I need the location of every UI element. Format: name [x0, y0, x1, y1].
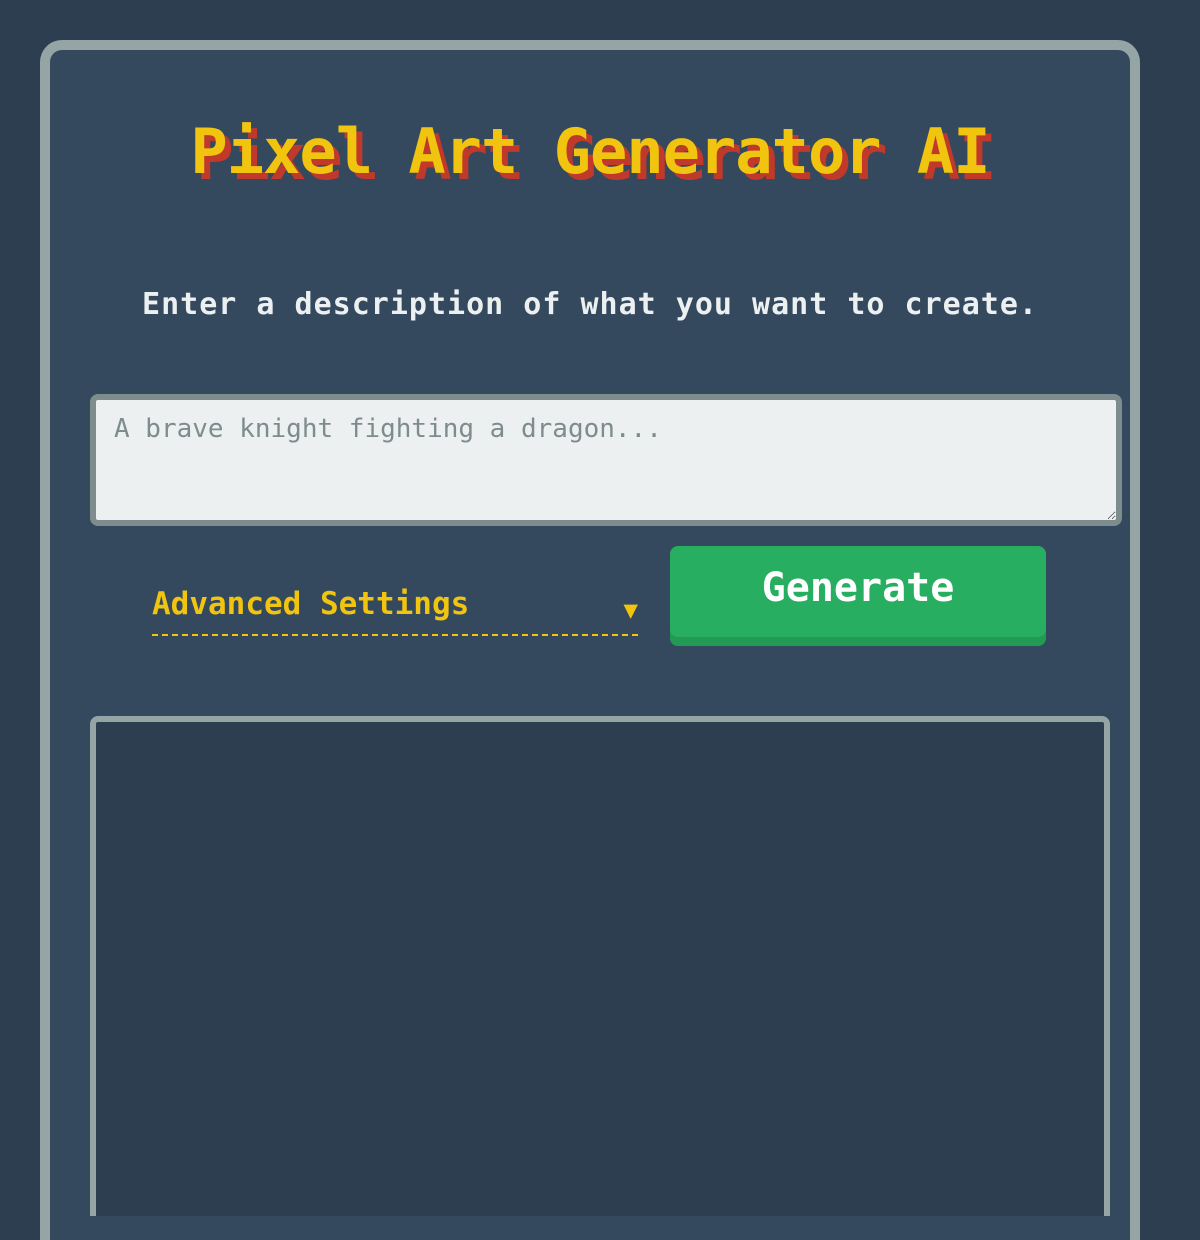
- page-title: Pixel Art Generator AI: [190, 115, 990, 188]
- instructions-text: Enter a description of what you want to …: [142, 287, 1038, 322]
- main-panel: Pixel Art Generator AI Enter a descripti…: [40, 40, 1140, 1240]
- output-canvas: [90, 716, 1110, 1216]
- advanced-settings-label: Advanced Settings: [152, 586, 470, 622]
- prompt-input[interactable]: [90, 394, 1122, 526]
- advanced-settings-toggle[interactable]: Advanced Settings ▼: [152, 580, 638, 636]
- caret-down-icon: ▼: [623, 596, 638, 624]
- generate-button[interactable]: Generate: [670, 546, 1046, 646]
